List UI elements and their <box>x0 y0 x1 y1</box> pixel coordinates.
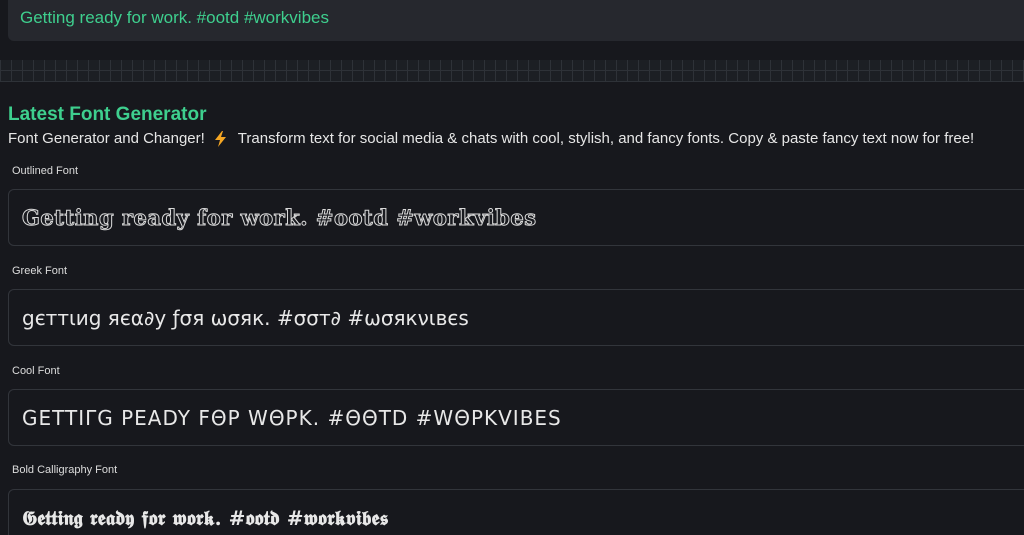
font-label-cool: Cool Font <box>12 365 60 377</box>
font-card-cool[interactable]: GETTIΓG PEADY FΘP WΘPK. #ΘΘTD #WΘPKVIBES <box>8 389 1024 446</box>
grid-divider <box>0 60 1024 82</box>
font-card-bold-calligraphy[interactable]: 𝕲𝖊𝖙𝖙𝖎𝖓𝖌 𝖗𝖊𝖆𝖉𝖞 𝖋𝖔𝖗 𝖜𝖔𝖗𝖐. #𝖔𝖔𝖙𝖉 #𝖜𝖔𝖗𝖐𝖛𝖎𝖇𝖊𝖘 <box>8 489 1024 535</box>
font-label-bold-calligraphy: Bold Calligraphy Font <box>12 464 118 476</box>
subtitle-text-end: Transform text for social media & chats … <box>237 130 975 147</box>
font-generator-page: Getting ready for work. #ootd #workvibes… <box>0 0 1024 535</box>
text-input-box[interactable]: Getting ready for work. #ootd #workvibes <box>8 0 1024 41</box>
page-subtitle: Font Generator and Changer! Transform te… <box>8 130 974 147</box>
subtitle-text-start: Font Generator and Changer! <box>8 130 205 147</box>
font-sample-outlined[interactable]: Getting ready for work. #ootd #workvibes <box>22 205 537 231</box>
font-label-outlined: Outlined Font <box>12 165 79 177</box>
lightning-bolt-icon <box>214 130 226 147</box>
font-card-outlined[interactable]: Getting ready for work. #ootd #workvibes <box>8 189 1024 246</box>
font-card-greek[interactable]: gєттιиg яєα∂у ƒσя ωσяк. #σσт∂ #ωσякνιвєѕ <box>8 289 1024 346</box>
font-sample-greek[interactable]: gєттιиg яєα∂у ƒσя ωσяк. #σσт∂ #ωσякνιвєѕ <box>22 306 469 330</box>
font-sample-cool[interactable]: GETTIΓG PEADY FΘP WΘPK. #ΘΘTD #WΘPKVIBES <box>22 406 562 430</box>
font-sample-bold-calligraphy[interactable]: 𝕲𝖊𝖙𝖙𝖎𝖓𝖌 𝖗𝖊𝖆𝖉𝖞 𝖋𝖔𝖗 𝖜𝖔𝖗𝖐. #𝖔𝖔𝖙𝖉 #𝖜𝖔𝖗𝖐𝖛𝖎𝖇𝖊𝖘 <box>22 506 388 530</box>
text-input-value[interactable]: Getting ready for work. #ootd #workvibes <box>20 8 329 27</box>
font-label-greek: Greek Font <box>12 265 68 277</box>
page-title: Latest Font Generator <box>8 104 207 125</box>
